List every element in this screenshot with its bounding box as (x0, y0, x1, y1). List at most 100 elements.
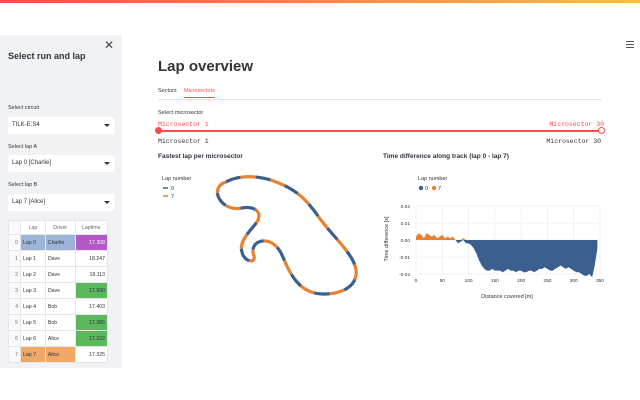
track-map-chart[interactable]: Lap number 0 7 (158, 164, 378, 314)
laptime-table[interactable]: Lap Driver Laptime 0 Lap 0 Charlie 17.30… (8, 220, 109, 363)
y-tick-label: -0.01 (399, 255, 410, 261)
table-row[interactable]: 1 Lap 1 Dave 18.247 (8, 250, 109, 267)
row-index: 1 (8, 250, 21, 267)
microsector-segment[interactable] (263, 239, 279, 249)
hamburger-menu-icon[interactable] (626, 41, 634, 48)
slider-range-min-label: Microsector 1 (158, 138, 209, 145)
y-tick-label: -0.02 (399, 272, 410, 278)
microsector-segment[interactable] (329, 288, 345, 296)
lap-cell: Lap 6 (20, 330, 46, 347)
table-row[interactable]: 7 Lap 7 Alice 17.325 (8, 346, 109, 363)
diff-legend-dot-0 (418, 185, 424, 191)
microsector-segment[interactable] (313, 291, 330, 296)
diff-legend-title: Lap number (418, 176, 448, 182)
table-row[interactable]: 6 Lap 6 Alice 17.322 (8, 330, 109, 347)
microsector-segment[interactable] (289, 273, 303, 288)
x-tick-label: 350 (596, 278, 604, 284)
table-row[interactable]: 0 Lap 0 Charlie 17.308 (8, 234, 109, 251)
microsector-segment[interactable] (270, 178, 286, 188)
microsector-segment[interactable] (240, 175, 256, 179)
x-tick-label: 0 (415, 278, 418, 284)
microsector-segment[interactable] (215, 180, 227, 194)
table-row[interactable]: 3 Lap 3 Dave 17.990 (8, 282, 109, 299)
lap-b-select-value: Lap 7 [Alice] (12, 199, 46, 205)
microsector-segment[interactable] (248, 249, 256, 263)
close-icon[interactable]: ✕ (104, 39, 114, 51)
microsector-segment[interactable] (283, 184, 299, 195)
chevron-down-icon (104, 201, 110, 204)
table-row[interactable]: 5 Lap 5 Bob 17.385 (8, 314, 109, 331)
table-header-lap[interactable]: Lap (20, 220, 46, 235)
driver-cell: Bob (44, 298, 76, 315)
microsector-segment[interactable] (299, 284, 315, 295)
microsector-segment[interactable] (239, 233, 249, 249)
lap-cell: Lap 2 (20, 266, 46, 283)
slider-min-value: Microsector 1 (158, 121, 209, 128)
circuit-select-value: TILK-E:S4 (12, 122, 40, 128)
microsector-segment[interactable] (345, 250, 357, 266)
lap-cell: Lap 5 (20, 314, 46, 331)
slider-min-handle[interactable] (155, 127, 162, 134)
microsector-segment[interactable] (255, 175, 272, 182)
page-title: Lap overview (158, 58, 254, 75)
time-difference-chart[interactable]: Lap number 0 7 0.02 0.01 0.00 -0.01 -0.02 0 50… (380, 164, 610, 309)
slider-max-handle[interactable] (598, 127, 605, 134)
map-chart-title: Fastest lap per microsector (158, 153, 243, 160)
x-tick-label: 250 (543, 278, 551, 284)
map-legend-title: Lap number (162, 176, 192, 182)
x-tick-label: 200 (517, 278, 525, 284)
lap-a-select[interactable]: Lap 0 [Charlie] (8, 155, 115, 172)
lap-cell: Lap 1 (20, 250, 46, 267)
microsector-segment[interactable] (215, 192, 227, 207)
microsector-segment[interactable] (224, 203, 241, 211)
diff-chart-title: Time difference along track (lap 0 - lap… (383, 153, 509, 160)
diff-legend-label-1: 7 (438, 186, 441, 192)
table-header-laptime[interactable]: Laptime (74, 220, 109, 235)
lap-cell: Lap 3 (20, 282, 46, 299)
microsector-segment[interactable] (326, 227, 339, 241)
driver-cell: Dave (44, 266, 76, 283)
table-row[interactable]: 4 Lap 4 Bob 17.403 (8, 298, 109, 315)
lap-cell: Lap 4 (20, 298, 46, 315)
laptime-cell: 17.990 (74, 282, 109, 299)
table-header-driver[interactable]: Driver (44, 220, 76, 235)
driver-cell: Dave (44, 282, 76, 299)
microsector-segment[interactable] (275, 246, 286, 262)
lap-b-select[interactable]: Lap 7 [Alice] (8, 194, 115, 211)
microsector-segment[interactable] (307, 203, 320, 218)
microsector-segment[interactable] (296, 192, 310, 206)
microsector-slider-track[interactable] (158, 130, 602, 132)
microsector-segment[interactable] (316, 215, 329, 230)
tab-sectors[interactable]: Sectors (158, 88, 177, 97)
microsector-segment[interactable] (245, 221, 258, 236)
microsector-segment[interactable] (225, 175, 241, 184)
map-legend-label-1: 7 (171, 194, 174, 200)
microsector-segment[interactable] (254, 208, 261, 224)
row-index: 7 (8, 346, 21, 363)
microsector-segment[interactable] (343, 278, 357, 292)
laptime-cell: 17.325 (74, 346, 109, 363)
tab-microsectors[interactable]: Microsectors (184, 88, 216, 98)
microsector-segment[interactable] (353, 264, 358, 281)
microsector-segment[interactable] (240, 205, 256, 211)
lap-a-label: Select lap A (8, 144, 38, 150)
microsector-slider-label: Select microsector (158, 110, 204, 116)
diff-y-axis-label: Time difference [s] (384, 216, 390, 261)
table-header-index (8, 220, 21, 235)
circuit-label: Select circuit (8, 105, 40, 111)
circuit-select[interactable]: TILK-E:S4 (8, 117, 115, 134)
y-tick-label: 0.01 (401, 221, 411, 227)
laptime-cell: 17.322 (74, 330, 109, 347)
row-index: 6 (8, 330, 21, 347)
table-row[interactable]: 2 Lap 2 Dave 18.113 (8, 266, 109, 283)
laptime-cell: 18.247 (74, 250, 109, 267)
microsector-segment[interactable] (251, 239, 264, 250)
microsector-segment[interactable] (336, 238, 349, 253)
x-tick-label: 100 (465, 278, 473, 284)
microsector-segment[interactable] (239, 248, 250, 263)
diff-legend-dot-1 (431, 185, 437, 191)
laptime-cell: 17.403 (74, 298, 109, 315)
chevron-down-icon (104, 162, 110, 165)
microsector-segment[interactable] (282, 259, 293, 276)
sidebar-title: Select run and lap (8, 51, 86, 61)
